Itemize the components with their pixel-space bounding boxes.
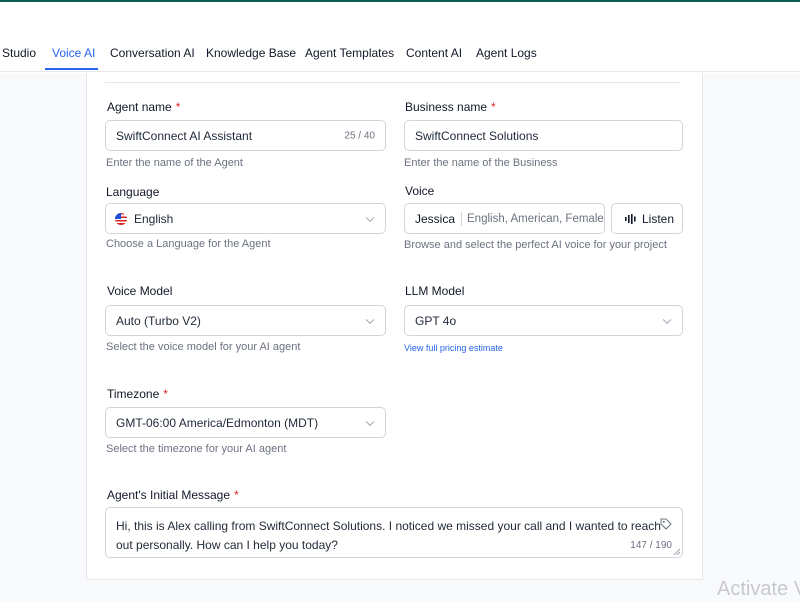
us-flag-icon (115, 212, 127, 225)
resize-handle-icon[interactable] (673, 548, 680, 555)
soundwave-icon (625, 214, 636, 224)
voice-select[interactable]: Jessica English, American, Female (404, 203, 605, 234)
language-label: Language (106, 185, 160, 199)
voice-model-value: Auto (Turbo V2) (116, 313, 201, 328)
agent-name-counter: 25 / 40 (344, 130, 375, 141)
top-accent-bar (0, 0, 800, 2)
timezone-label: Timezone * (107, 387, 168, 401)
listen-button-label: Listen (642, 211, 675, 226)
chevron-down-icon (662, 315, 672, 324)
business-name-label: Business name * (405, 100, 496, 114)
llm-model-label: LLM Model (405, 284, 465, 298)
voice-model-select[interactable]: Auto (Turbo V2) (105, 305, 386, 336)
tab-agent-templates[interactable]: Agent Templates (305, 46, 394, 60)
language-select[interactable]: English (105, 203, 386, 234)
language-value: English (134, 211, 174, 226)
voice-help: Browse and select the perfect AI voice f… (404, 239, 667, 251)
initial-message-label: Agent's Initial Message * (107, 488, 239, 502)
chevron-down-icon (365, 315, 375, 324)
chevron-down-icon (365, 213, 375, 222)
business-name-value: SwiftConnect Solutions (415, 128, 539, 143)
tab-voice-ai[interactable]: Voice AI (52, 46, 95, 60)
voice-label: Voice (405, 184, 435, 198)
activate-windows-watermark: Activate V (717, 578, 800, 600)
business-name-input[interactable]: SwiftConnect Solutions (404, 120, 683, 151)
timezone-help: Select the timezone for your AI agent (106, 443, 287, 455)
voice-name: Jessica (415, 211, 456, 226)
section-divider (105, 82, 680, 83)
initial-message-textarea[interactable]: Hi, this is Alex calling from SwiftConne… (105, 507, 683, 558)
voice-details: English, American, Female (467, 212, 604, 225)
agent-name-help: Enter the name of the Agent (106, 157, 243, 169)
initial-message-text: Hi, this is Alex calling from SwiftConne… (116, 519, 661, 552)
voice-model-label: Voice Model (107, 284, 173, 298)
agent-name-input[interactable]: SwiftConnect AI Assistant 25 / 40 (105, 120, 386, 151)
agent-name-value: SwiftConnect AI Assistant (116, 128, 253, 143)
agent-name-label: Agent name * (107, 100, 181, 114)
tab-studio[interactable]: Studio (2, 46, 36, 60)
tab-knowledge-base[interactable]: Knowledge Base (206, 46, 296, 60)
listen-button[interactable]: Listen (611, 203, 683, 234)
tag-icon[interactable] (660, 518, 672, 530)
voice-separator (461, 212, 462, 226)
tab-conversation-ai[interactable]: Conversation AI (110, 46, 195, 60)
initial-message-counter: 147 / 190 (630, 540, 672, 551)
pricing-estimate-link[interactable]: View full pricing estimate (404, 343, 503, 353)
llm-model-value: GPT 4o (415, 313, 457, 328)
business-name-help: Enter the name of the Business (404, 157, 558, 169)
language-help: Choose a Language for the Agent (106, 238, 271, 250)
required-marker: * (491, 100, 496, 114)
timezone-value: GMT-06:00 America/Edmonton (MDT) (116, 415, 319, 430)
required-marker: * (163, 387, 168, 401)
active-tab-indicator (45, 68, 98, 70)
timezone-select[interactable]: GMT-06:00 America/Edmonton (MDT) (105, 407, 386, 438)
tab-content-ai[interactable]: Content AI (406, 46, 462, 60)
chevron-down-icon (365, 417, 375, 426)
tab-bar: Studio Voice AI Conversation AI Knowledg… (0, 36, 800, 72)
llm-model-select[interactable]: GPT 4o (404, 305, 683, 336)
required-marker: * (175, 100, 181, 114)
required-marker: * (234, 488, 239, 502)
tab-agent-logs[interactable]: Agent Logs (476, 46, 537, 60)
voice-model-help: Select the voice model for your AI agent (106, 341, 301, 353)
